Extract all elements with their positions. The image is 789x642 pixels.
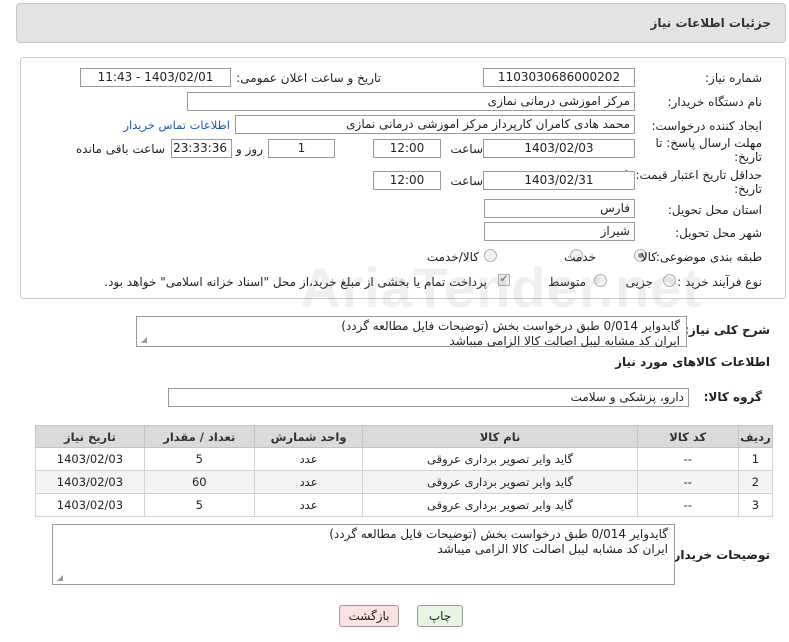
province-label: استان محل تحویل: — [667, 203, 762, 217]
process-small-label: جزیی — [625, 275, 653, 289]
time-remaining-field[interactable]: 23:33:36 — [171, 139, 232, 158]
cell-date: 1403/02/03 — [35, 447, 145, 471]
goods-section-title: اطلاعات کالاهای مورد نیاز — [615, 355, 770, 369]
col-code: کد کالا — [636, 425, 739, 448]
reply-deadline-date-field[interactable]: 1403/02/03 — [483, 139, 635, 158]
price-validity-label-date: تاریخ: — [734, 182, 762, 196]
buyer-contact-link[interactable]: اطلاعات تماس خریدار — [123, 118, 230, 132]
table-row: 1 -- گاید وایر تصویر برداری عروقی عدد 5 … — [35, 447, 774, 471]
cell-name: گاید وایر تصویر برداری عروقی — [362, 470, 638, 494]
header-panel: جزئیات اطلاعات نیاز — [16, 3, 786, 43]
process-small-radio[interactable] — [663, 274, 676, 287]
buyer-notes-line-1: گایدوایر 0/014 طبق درخواست بخش (توضیحات … — [329, 527, 668, 541]
buyer-notes-label: توضیحات خریدار: — [668, 548, 770, 562]
price-validity-date-field[interactable]: 1403/02/31 — [483, 171, 635, 190]
buyer-org-label: نام دستگاه خریدار: — [667, 95, 763, 109]
treasury-payment-checkbox[interactable]: ✔ — [498, 274, 510, 286]
buyer-notes-line-2: ایران کد مشابه لیبل اصالت کالا الزامی می… — [437, 542, 668, 556]
requester-field[interactable]: محمد هادی کامران کارپرداز مرکز اموزشی در… — [235, 115, 635, 134]
cell-date: 1403/02/03 — [35, 493, 145, 517]
city-field[interactable]: شیراز — [484, 222, 635, 241]
category-goods-service-label: کالا/خدمت — [426, 250, 479, 264]
reply-deadline-label-date: تاریخ: — [734, 150, 762, 164]
cell-unit: عدد — [253, 493, 364, 517]
col-unit: واحد شمارش — [253, 425, 364, 448]
reply-deadline-time-field[interactable]: 12:00 — [373, 139, 441, 158]
reply-time-label: ساعت — [450, 142, 483, 156]
cell-row: 2 — [737, 470, 774, 494]
requester-label: ایجاد کننده درخواست: — [651, 119, 762, 133]
process-medium-radio[interactable] — [594, 274, 607, 287]
cell-code: -- — [636, 470, 739, 494]
category-goods-service-radio[interactable] — [484, 249, 497, 262]
cell-row: 3 — [737, 493, 774, 517]
col-name: نام کالا — [362, 425, 638, 448]
price-validity-time-field[interactable]: 12:00 — [373, 171, 441, 190]
reply-deadline-label: مهلت ارسال پاسخ: تا — [655, 136, 762, 150]
cell-unit: عدد — [253, 470, 364, 494]
cell-code: -- — [636, 493, 739, 517]
col-qty: تعداد / مقدار — [143, 425, 255, 448]
goods-group-label: گروه کالا: — [703, 390, 762, 404]
category-service-label: خدمت — [564, 250, 596, 264]
general-desc-line-1: گایدوایر 0/014 طبق درخواست بخش (توضیحات … — [341, 319, 680, 333]
city-label: شهر محل تحویل: — [675, 226, 762, 240]
general-desc-textarea[interactable]: گایدوایر 0/014 طبق درخواست بخش (توضیحات … — [136, 316, 687, 348]
announce-datetime-label: تاریخ و ساعت اعلان عمومی: — [236, 71, 381, 85]
process-type-label: نوع فرآیند خرید : — [677, 275, 762, 289]
print-button[interactable]: چاپ — [417, 605, 463, 627]
cell-unit: عدد — [253, 447, 364, 471]
cell-date: 1403/02/03 — [35, 470, 145, 494]
cell-row: 1 — [737, 447, 774, 471]
resize-handle-icon[interactable]: ◢ — [139, 336, 147, 344]
back-button[interactable]: بازگشت — [339, 605, 399, 627]
days-label: روز و — [236, 142, 263, 156]
cell-name: گاید وایر تصویر برداری عروقی — [362, 493, 638, 517]
price-validity-time-label: ساعت — [450, 174, 483, 188]
items-table: ردیف کد کالا نام کالا واحد شمارش تعداد /… — [35, 425, 774, 517]
table-row: 2 -- گاید وایر تصویر برداری عروقی عدد 60… — [35, 470, 774, 494]
time-remaining-label: ساعت باقی مانده — [75, 142, 165, 156]
general-desc-line-2: ایران کد مشابه لیبل اصالت کالا الزامی می… — [449, 334, 680, 348]
cell-qty: 60 — [143, 470, 255, 494]
resize-handle-icon[interactable]: ◢ — [55, 574, 63, 582]
cell-qty: 5 — [143, 447, 255, 471]
treasury-payment-note: پرداخت تمام یا بخشی از مبلغ خرید،از محل … — [104, 275, 487, 289]
announce-datetime-field[interactable]: 1403/02/01 - 11:43 — [80, 68, 231, 87]
process-medium-label: متوسط — [548, 275, 586, 289]
need-number-label: شماره نیاز: — [705, 71, 762, 85]
category-label: طبقه بندی موضوعی: — [655, 250, 762, 264]
col-row: ردیف — [737, 425, 774, 448]
cell-qty: 5 — [143, 493, 255, 517]
goods-group-field[interactable]: دارو، پزشکی و سلامت — [168, 388, 689, 407]
col-date: تاریخ نیاز — [35, 425, 145, 448]
category-goods-label: کالا — [640, 250, 657, 264]
cell-code: -- — [636, 447, 739, 471]
buyer-org-field[interactable]: مرکز اموزشی درمانی نمازی — [187, 92, 635, 111]
days-remaining-field[interactable]: 1 — [268, 139, 335, 158]
buyer-notes-textarea[interactable]: گایدوایر 0/014 طبق درخواست بخش (توضیحات … — [52, 524, 675, 585]
cell-name: گاید وایر تصویر برداری عروقی — [362, 447, 638, 471]
price-validity-label: حداقل تاریخ اعتبار قیمت: تا — [624, 168, 762, 182]
province-field[interactable]: فارس — [484, 199, 635, 218]
need-number-field[interactable]: 1103030686000202 — [483, 68, 635, 87]
table-row: 3 -- گاید وایر تصویر برداری عروقی عدد 5 … — [35, 493, 774, 517]
general-desc-label: شرح کلی نیاز: — [684, 323, 770, 337]
page-title: جزئیات اطلاعات نیاز — [650, 16, 771, 30]
